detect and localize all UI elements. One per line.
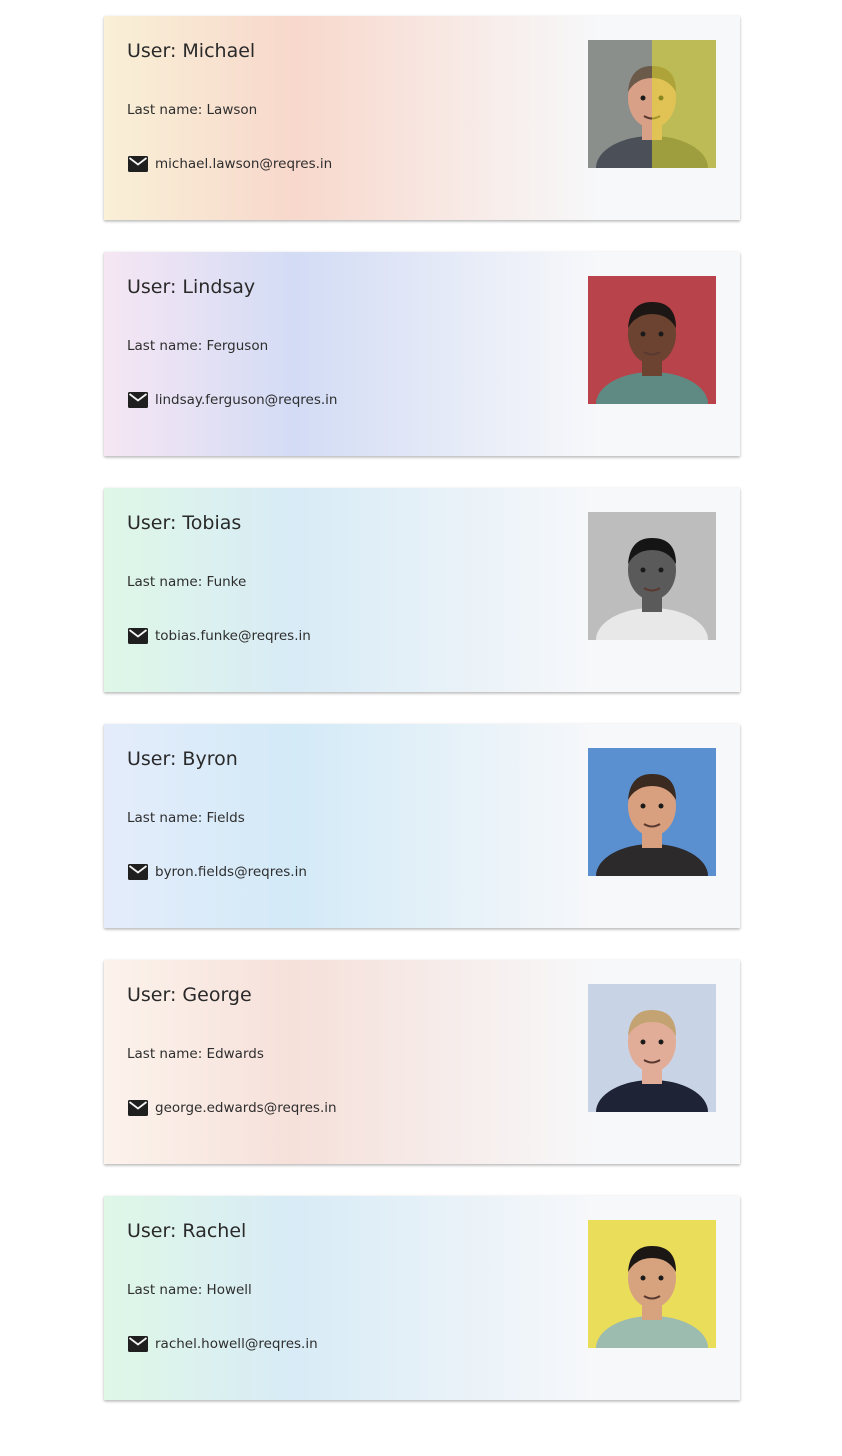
- user-first-name: User: Lindsay: [127, 276, 256, 298]
- mail-icon: [127, 627, 149, 645]
- user-last-name: Last name: Lawson: [127, 102, 258, 118]
- mail-icon: [127, 1335, 149, 1353]
- user-email[interactable]: michael.lawson@reqres.in: [155, 156, 332, 172]
- user-avatar: [588, 748, 716, 876]
- user-card-2: User: Tobias Last name: Funke tobias.fun…: [104, 488, 740, 692]
- email-row: byron.fields@reqres.in: [127, 860, 307, 884]
- user-last-name: Last name: Edwards: [127, 1046, 264, 1062]
- user-email[interactable]: tobias.funke@reqres.in: [155, 628, 311, 644]
- user-card-0: User: Michael Last name: Lawson michael.…: [104, 16, 740, 220]
- email-row: george.edwards@reqres.in: [127, 1096, 337, 1120]
- user-avatar: [588, 40, 716, 168]
- mail-icon: [127, 1099, 149, 1117]
- email-row: rachel.howell@reqres.in: [127, 1332, 318, 1356]
- mail-icon: [127, 391, 149, 409]
- user-avatar: [588, 984, 716, 1112]
- user-card-1: User: Lindsay Last name: Ferguson lindsa…: [104, 252, 740, 456]
- email-row: lindsay.ferguson@reqres.in: [127, 388, 337, 412]
- user-email[interactable]: lindsay.ferguson@reqres.in: [155, 392, 337, 408]
- user-last-name: Last name: Ferguson: [127, 338, 269, 354]
- user-first-name: User: Michael: [127, 40, 256, 62]
- user-avatar: [588, 276, 716, 404]
- user-email[interactable]: byron.fields@reqres.in: [155, 864, 307, 880]
- user-avatar: [588, 1220, 716, 1348]
- email-row: tobias.funke@reqres.in: [127, 624, 311, 648]
- user-avatar: [588, 512, 716, 640]
- email-row: michael.lawson@reqres.in: [127, 152, 332, 176]
- user-last-name: Last name: Fields: [127, 810, 245, 826]
- user-last-name: Last name: Funke: [127, 574, 247, 590]
- user-card-4: User: George Last name: Edwards george.e…: [104, 960, 740, 1164]
- user-card-3: User: Byron Last name: Fields byron.fiel…: [104, 724, 740, 928]
- user-first-name: User: Byron: [127, 748, 238, 770]
- user-card-5: User: Rachel Last name: Howell rachel.ho…: [104, 1196, 740, 1400]
- mail-icon: [127, 155, 149, 173]
- user-first-name: User: George: [127, 984, 252, 1006]
- user-first-name: User: Tobias: [127, 512, 242, 534]
- user-email[interactable]: george.edwards@reqres.in: [155, 1100, 337, 1116]
- user-email[interactable]: rachel.howell@reqres.in: [155, 1336, 318, 1352]
- user-list: User: Michael Last name: Lawson michael.…: [104, 16, 740, 1432]
- user-first-name: User: Rachel: [127, 1220, 247, 1242]
- user-last-name: Last name: Howell: [127, 1282, 252, 1298]
- mail-icon: [127, 863, 149, 881]
